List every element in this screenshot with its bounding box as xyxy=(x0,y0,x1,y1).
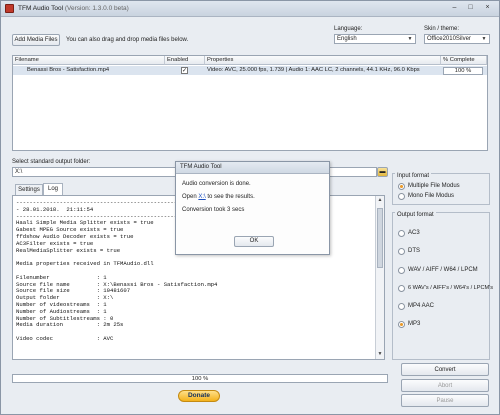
radio-mp4-aac[interactable]: MP4 AAC xyxy=(398,302,434,310)
radio-multiple-file-modus[interactable]: Multiple File Modus xyxy=(398,182,460,190)
radio-icon xyxy=(398,193,405,200)
media-files-grid[interactable]: Filename Enabled Properties % Complete B… xyxy=(12,55,488,151)
radio-mp3[interactable]: MP3 xyxy=(398,320,420,328)
table-row[interactable]: Benassi Bros - Satisfaction.mp4 ✓ Video:… xyxy=(13,66,487,75)
output-folder-label: Select standard output folder: xyxy=(12,159,91,165)
overall-progress-bar: 100 % xyxy=(12,374,388,383)
radio-mono-file-modus[interactable]: Mono File Modus xyxy=(398,192,454,200)
close-button[interactable]: × xyxy=(481,3,494,14)
dialog-title: TFM Audio Tool xyxy=(176,162,329,174)
conversion-done-dialog: TFM Audio Tool Audio conversion is done.… xyxy=(175,161,330,255)
chevron-down-icon: ▼ xyxy=(481,36,487,42)
radio-selected-icon xyxy=(398,183,405,190)
skin-select[interactable]: Office2010Silver ▼ xyxy=(424,34,490,44)
input-format-group: Input format Multiple File Modus Mono Fi… xyxy=(392,173,490,205)
radio-6-wavs[interactable]: 6 WAV's / AIFF's / W64's / LPCM's xyxy=(398,284,493,292)
abort-button[interactable]: Abort xyxy=(401,379,489,392)
add-media-files-button[interactable]: Add Media Files xyxy=(12,34,60,46)
maximize-button[interactable]: □ xyxy=(464,3,477,14)
output-format-group: Output format AC3 DTS WAV / AIFF / W64 /… xyxy=(392,212,493,360)
tab-log[interactable]: Log xyxy=(43,183,63,195)
dialog-duration: Conversion took 3 secs xyxy=(182,207,245,213)
app-window: TFM Audio Tool (Version: 1.3.0.0 beta) –… xyxy=(0,0,500,415)
filename-cell: Benassi Bros - Satisfaction.mp4 xyxy=(27,67,110,73)
radio-icon xyxy=(398,230,405,237)
scroll-up-icon[interactable]: ▲ xyxy=(377,197,383,204)
dialog-open-line: Open X:\ to see the results. xyxy=(182,194,255,200)
scroll-thumb[interactable] xyxy=(377,208,383,268)
chevron-down-icon: ▼ xyxy=(407,36,413,42)
input-format-title: Input format xyxy=(395,173,432,179)
column-header-enabled[interactable]: Enabled xyxy=(165,56,205,65)
window-title: TFM Audio Tool (Version: 1.3.0.0 beta) xyxy=(18,5,129,12)
column-header-complete[interactable]: % Complete xyxy=(441,56,487,65)
donate-button[interactable]: Donate xyxy=(178,390,220,402)
radio-icon xyxy=(398,267,405,274)
radio-icon xyxy=(398,248,405,255)
log-scrollbar[interactable]: ▲ ▼ xyxy=(375,196,384,359)
language-label: Language: xyxy=(334,26,363,32)
properties-cell: Video: AVC, 25.000 fps, 1.739 | Audio 1:… xyxy=(207,67,420,73)
output-folder-link[interactable]: X:\ xyxy=(198,194,205,200)
drag-drop-hint: You can also drag and drop media files b… xyxy=(66,37,189,43)
app-icon xyxy=(5,4,14,13)
tab-settings[interactable]: Settings xyxy=(15,184,43,195)
language-select[interactable]: English ▼ xyxy=(334,34,416,44)
scroll-down-icon[interactable]: ▼ xyxy=(377,351,383,358)
output-format-title: Output format xyxy=(395,212,436,218)
minimize-button[interactable]: – xyxy=(448,3,461,14)
column-header-properties[interactable]: Properties xyxy=(205,56,441,65)
radio-icon xyxy=(398,303,405,310)
pause-button[interactable]: Pause xyxy=(401,394,489,407)
radio-dts[interactable]: DTS xyxy=(398,247,420,255)
dialog-message: Audio conversion is done. xyxy=(182,181,251,187)
ok-button[interactable]: OK xyxy=(234,236,274,247)
convert-button[interactable]: Convert xyxy=(401,363,489,376)
radio-ac3[interactable]: AC3 xyxy=(398,229,420,237)
enabled-checkbox[interactable]: ✓ xyxy=(181,67,188,74)
radio-selected-icon xyxy=(398,321,405,328)
skin-label: Skin / theme: xyxy=(424,26,460,32)
title-bar: TFM Audio Tool (Version: 1.3.0.0 beta) –… xyxy=(1,1,499,17)
row-progress: 100 % xyxy=(443,67,483,75)
browse-folder-button[interactable]: ▬ xyxy=(377,167,388,177)
column-header-filename[interactable]: Filename xyxy=(13,56,165,65)
radio-wav[interactable]: WAV / AIFF / W64 / LPCM xyxy=(398,266,478,274)
radio-icon xyxy=(398,285,405,292)
folder-icon: ▬ xyxy=(379,169,386,175)
version-label: (Version: 1.3.0.0 beta) xyxy=(64,5,129,12)
progress-label: 100 % xyxy=(191,376,209,382)
